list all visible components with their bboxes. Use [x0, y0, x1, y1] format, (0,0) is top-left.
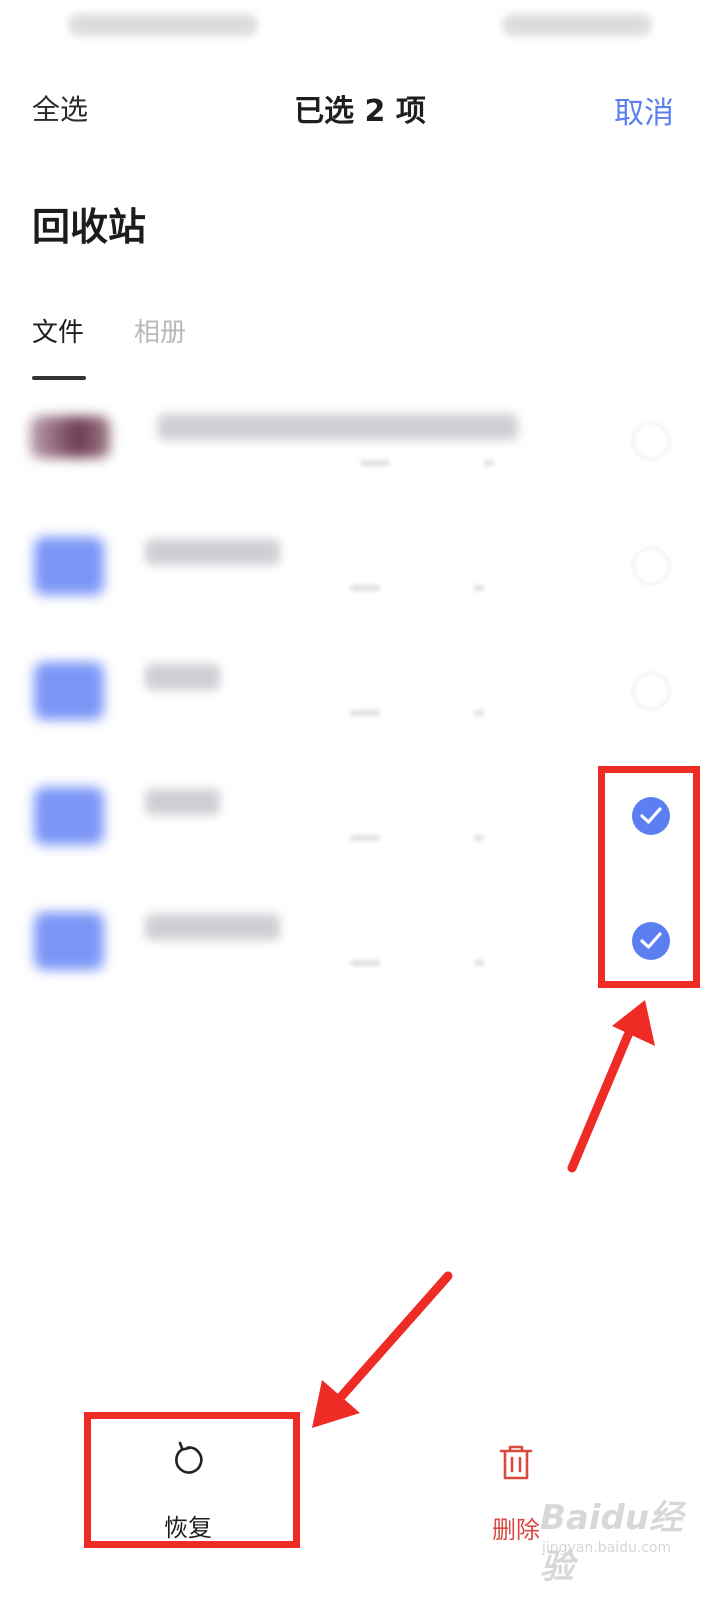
folder-icon: [34, 912, 104, 970]
restore-icon: [175, 1441, 203, 1474]
restore-label: 恢复: [164, 1514, 212, 1542]
file-name-blurred: [145, 664, 220, 690]
checkmark-icon: [640, 807, 662, 824]
checked-checkbox[interactable]: [632, 797, 670, 835]
file-meta-blurred: [350, 710, 380, 716]
annotation-arrow-up-head: [612, 1000, 655, 1046]
file-row[interactable]: [0, 878, 720, 1003]
file-meta-blurred: [484, 460, 494, 466]
file-row[interactable]: [0, 628, 720, 753]
file-meta-blurred: [350, 585, 380, 591]
watermark-url: jingyan.baidu.com: [542, 1540, 672, 1556]
watermark-text: Baidu经验: [540, 1498, 684, 1587]
file-name-blurred: [145, 539, 280, 565]
file-name-blurred: [158, 414, 518, 440]
tab-bar: 文件 相册: [0, 312, 720, 382]
restore-button[interactable]: 恢复: [118, 1438, 258, 1548]
selected-count-title: 已选 2 项: [294, 94, 426, 129]
folder-icon: [34, 787, 104, 845]
file-meta-blurred: [474, 585, 484, 591]
page-title: 回收站: [32, 205, 147, 249]
tab-albums[interactable]: 相册: [134, 312, 186, 349]
annotation-arrow-up-shaft: [567, 1030, 633, 1173]
select-all-button[interactable]: 全选: [32, 88, 88, 128]
file-meta-blurred: [360, 460, 390, 466]
file-list: [0, 378, 720, 1003]
file-meta-blurred: [474, 835, 484, 841]
file-row[interactable]: [0, 378, 720, 503]
baidu-watermark: Baidu经验 jingyan.baidu.com: [540, 1490, 710, 1600]
status-bar: [0, 0, 720, 60]
tab-files[interactable]: 文件: [32, 312, 84, 349]
trash-icon: [499, 1445, 533, 1480]
checkmark-icon: [640, 932, 662, 949]
status-right-blur: [502, 14, 652, 36]
cancel-button[interactable]: 取消: [614, 88, 674, 132]
status-left-blur: [68, 14, 258, 36]
annotation-arrow-down-shaft: [335, 1271, 453, 1403]
file-row[interactable]: [0, 503, 720, 628]
file-meta-blurred: [350, 835, 380, 841]
file-meta-blurred: [350, 960, 380, 966]
file-meta-blurred: [474, 960, 484, 966]
image-thumbnail-icon: [30, 416, 110, 458]
selection-toolbar: 全选 已选 2 项 取消: [0, 78, 720, 138]
folder-icon: [34, 662, 104, 720]
select-checkbox[interactable]: [632, 547, 670, 585]
file-row[interactable]: [0, 753, 720, 878]
file-name-blurred: [145, 914, 280, 940]
file-name-blurred: [145, 789, 220, 815]
file-meta-blurred: [474, 710, 484, 716]
select-checkbox[interactable]: [632, 422, 670, 460]
select-checkbox[interactable]: [632, 672, 670, 710]
folder-icon: [34, 537, 104, 595]
checked-checkbox[interactable]: [632, 922, 670, 960]
